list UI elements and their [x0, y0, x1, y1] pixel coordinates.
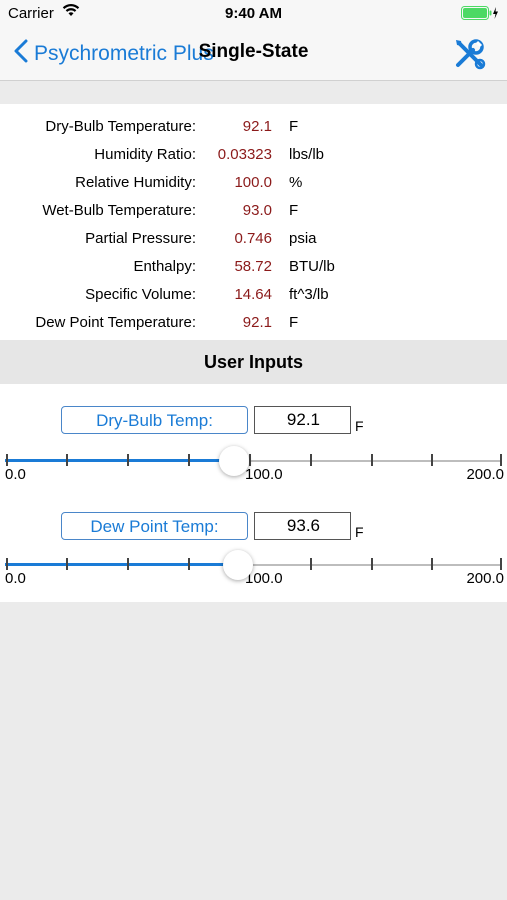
user-inputs-header: User Inputs	[0, 340, 507, 384]
battery-icon	[461, 6, 498, 20]
property-unit: F	[289, 314, 299, 331]
slider-tick	[500, 454, 502, 466]
property-row-enthalpy: Enthalpy: 58.72 BTU/lb	[0, 253, 507, 281]
property-row-relative-humidity: Relative Humidity: 100.0 %	[0, 169, 507, 197]
slider-tick	[66, 558, 68, 570]
slider-tick	[431, 454, 433, 466]
chevron-left-icon	[14, 39, 34, 69]
dry-bulb-temp-input[interactable]: 92.1	[254, 406, 351, 434]
property-row-wet-bulb: Wet-Bulb Temperature: 93.0 F	[0, 197, 507, 225]
dew-point-temp-button[interactable]: Dew Point Temp:	[61, 512, 248, 540]
slider-mid-label: 100.0	[245, 466, 283, 483]
tools-button[interactable]	[453, 37, 487, 71]
slider-max-label: 200.0	[466, 570, 504, 587]
user-inputs-panel: Dry-Bulb Temp: 92.1 F 0.0 100.0 200.0 De…	[0, 384, 507, 602]
dry-bulb-temp-button[interactable]: Dry-Bulb Temp:	[61, 406, 248, 434]
dew-point-temp-input[interactable]: 93.6	[254, 512, 351, 540]
dry-bulb-unit: F	[355, 418, 364, 434]
property-value: 0.746	[234, 230, 272, 247]
dry-bulb-slider[interactable]: 0.0 100.0 200.0	[0, 446, 507, 486]
property-label: Wet-Bulb Temperature:	[42, 202, 196, 219]
slider-tick	[249, 454, 251, 466]
slider-tick	[431, 558, 433, 570]
slider-fill	[5, 459, 234, 462]
slider-tick	[66, 454, 68, 466]
wrench-screwdriver-icon	[453, 39, 487, 75]
property-label: Dry-Bulb Temperature:	[45, 118, 196, 135]
status-time: 9:40 AM	[225, 5, 282, 22]
property-unit: F	[289, 202, 299, 219]
slider-thumb[interactable]	[222, 550, 253, 580]
property-row-dew-point: Dew Point Temperature: 92.1 F	[0, 309, 507, 337]
slider-min-label: 0.0	[5, 570, 26, 587]
navigation-bar: Psychrometric Plus Single-State	[0, 28, 507, 81]
property-label: Humidity Ratio:	[94, 146, 196, 163]
slider-tick	[127, 454, 129, 466]
slider-tick	[310, 454, 312, 466]
property-row-dry-bulb: Dry-Bulb Temperature: 92.1 F	[0, 113, 507, 141]
property-unit: %	[289, 174, 303, 191]
dew-point-unit: F	[355, 524, 364, 540]
property-label: Partial Pressure:	[85, 230, 196, 247]
property-unit: psia	[289, 230, 317, 247]
back-button[interactable]: Psychrometric Plus	[14, 39, 214, 69]
slider-tick	[310, 558, 312, 570]
slider-thumb[interactable]	[218, 446, 249, 476]
property-row-partial-pressure: Partial Pressure: 0.746 psia	[0, 225, 507, 253]
property-value: 0.03323	[217, 146, 272, 163]
property-value: 58.72	[234, 258, 272, 275]
property-value: 92.1	[242, 314, 272, 331]
property-unit: F	[289, 118, 299, 135]
slider-fill	[5, 563, 238, 566]
property-value: 100.0	[234, 174, 272, 191]
property-value: 92.1	[242, 118, 272, 135]
property-row-humidity-ratio: Humidity Ratio: 0.03323 lbs/lb	[0, 141, 507, 169]
property-unit: BTU/lb	[289, 258, 335, 275]
slider-tick	[127, 558, 129, 570]
property-value: 93.0	[242, 202, 272, 219]
dew-point-slider[interactable]: 0.0 100.0 200.0	[0, 550, 507, 590]
slider-tick	[371, 558, 373, 570]
back-button-label: Psychrometric Plus	[34, 42, 214, 65]
status-bar: Carrier 9:40 AM	[0, 0, 507, 28]
slider-min-label: 0.0	[5, 466, 26, 483]
property-unit: lbs/lb	[289, 146, 325, 163]
property-label: Dew Point Temperature:	[35, 314, 196, 331]
property-label: Relative Humidity:	[75, 174, 196, 191]
slider-tick	[6, 454, 8, 466]
property-label: Specific Volume:	[85, 286, 196, 303]
property-row-specific-volume: Specific Volume: 14.64 ft^3/lb	[0, 281, 507, 309]
slider-max-label: 200.0	[466, 466, 504, 483]
slider-tick	[188, 454, 190, 466]
spacer-band	[0, 81, 507, 104]
slider-tick	[500, 558, 502, 570]
property-value: 14.64	[234, 286, 272, 303]
slider-tick	[188, 558, 190, 570]
slider-tick	[371, 454, 373, 466]
property-unit: ft^3/lb	[289, 286, 329, 303]
properties-list: Dry-Bulb Temperature: 92.1 F Humidity Ra…	[0, 104, 507, 340]
slider-tick	[6, 558, 8, 570]
property-label: Enthalpy:	[133, 258, 196, 275]
